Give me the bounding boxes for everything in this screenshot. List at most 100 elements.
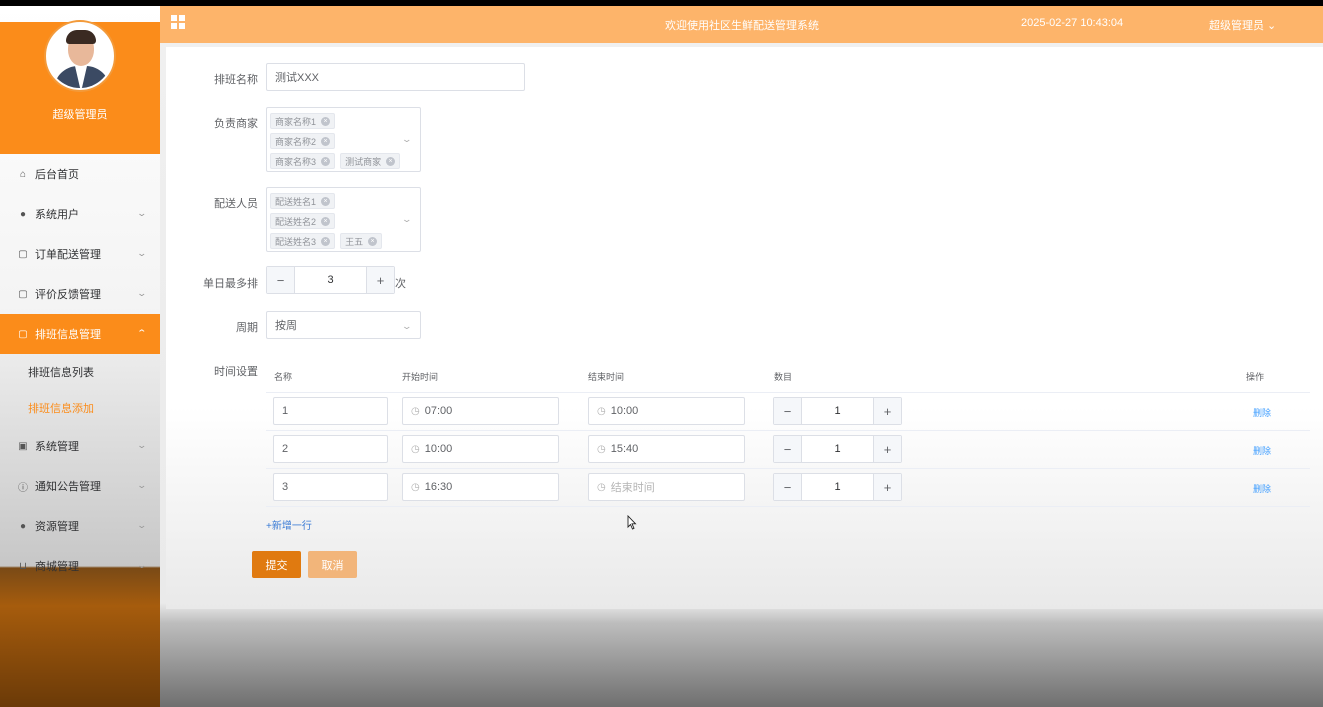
period-select[interactable]: 按周 ⌄ — [266, 311, 421, 339]
add-row-link[interactable]: +新增一行 — [266, 517, 312, 532]
avatar[interactable] — [46, 22, 114, 90]
chevron-down-icon: ⌄ — [401, 214, 413, 224]
delete-row-link[interactable]: 删除 — [1253, 444, 1271, 457]
delete-row-link[interactable]: 删除 — [1253, 482, 1271, 495]
sidebar-item-label: 商城管理 — [35, 561, 79, 573]
menu-grid-icon[interactable] — [171, 15, 185, 29]
user-menu-label: 超级管理员 — [1209, 20, 1264, 32]
cancel-button[interactable]: 取消 — [308, 551, 357, 578]
count-stepper[interactable]: − 1 + — [773, 435, 902, 463]
increment-button[interactable]: + — [873, 474, 901, 500]
row-name-input[interactable]: 2 — [273, 435, 388, 463]
end-time-picker[interactable]: ◷ 15:40 — [588, 435, 745, 463]
daily-max-stepper[interactable]: − 3 + — [266, 266, 395, 294]
courier-tag: 王五 × — [340, 233, 383, 249]
sidebar-item-feedback[interactable]: ▢ 评价反馈管理 ⌄ — [0, 274, 160, 314]
app-title: 欢迎使用社区生鲜配送管理系统 — [665, 20, 819, 32]
sidebar-item-schedule[interactable]: ▢ 排班信息管理 ⌃ — [0, 314, 160, 354]
decrement-button[interactable]: − — [774, 474, 802, 500]
courier-multiselect[interactable]: 配送姓名1 × 配送姓名2 × 配送姓名3 × 王五 × ⌄ — [266, 187, 421, 252]
increment-button[interactable]: + — [366, 267, 394, 293]
sidebar-item-resources[interactable]: ● 资源管理 ⌄ — [0, 506, 160, 546]
chevron-down-icon: ⌄ — [136, 480, 148, 490]
chevron-down-icon: ⌄ — [401, 134, 413, 144]
clock-icon: ◷ — [597, 405, 606, 417]
clock-icon: ◷ — [411, 405, 420, 417]
end-time-picker[interactable]: ◷ 结束时间 — [588, 473, 745, 501]
close-icon[interactable]: × — [386, 156, 396, 166]
mouse-cursor-icon — [627, 515, 637, 530]
sidebar-subitem-schedule-add[interactable]: 排班信息添加 — [0, 390, 160, 426]
sidebar-item-order-delivery[interactable]: ▢ 订单配送管理 ⌄ — [0, 234, 160, 274]
col-header-start: 开始时间 — [402, 372, 439, 382]
merchant-multiselect[interactable]: 商家名称1 × 商家名称2 × 商家名称3 × 测试商家 × ⌄ — [266, 107, 421, 172]
courier-tag: 配送姓名2 × — [270, 213, 336, 229]
col-header-name: 名称 — [274, 372, 293, 382]
merchant-tag: 商家名称1 × — [270, 113, 336, 129]
sidebar-item-label: 通知公告管理 — [35, 481, 101, 493]
close-icon[interactable]: × — [321, 196, 331, 206]
daily-max-label: 单日最多排 — [203, 278, 258, 290]
profile-panel: 超级管理员 — [0, 22, 160, 154]
close-icon[interactable]: × — [321, 236, 331, 246]
decrement-button[interactable]: − — [267, 267, 295, 293]
close-icon[interactable]: × — [368, 236, 378, 246]
row-name-input[interactable]: 1 — [273, 397, 388, 425]
close-icon[interactable]: × — [321, 156, 331, 166]
count-stepper[interactable]: − 1 + — [773, 473, 902, 501]
submit-button[interactable]: 提交 — [252, 551, 301, 578]
row-name-input[interactable]: 3 — [273, 473, 388, 501]
col-header-action: 操作 — [1246, 372, 1265, 382]
sidebar-item-system-admin[interactable]: ▣ 系统管理 ⌄ — [0, 426, 160, 466]
clock-display: 2025-02-27 10:43:04 — [1021, 17, 1124, 29]
count-stepper[interactable]: − 1 + — [773, 397, 902, 425]
col-header-count: 数目 — [774, 372, 793, 382]
user-menu[interactable]: 超级管理员 ⌄ — [1209, 17, 1276, 33]
col-header-end: 结束时间 — [588, 372, 625, 382]
courier-tag: 配送姓名3 × — [270, 233, 336, 249]
start-time-picker[interactable]: ◷ 07:00 — [402, 397, 559, 425]
sidebar-item-label: 后台首页 — [35, 169, 79, 181]
merchant-tag: 商家名称2 × — [270, 133, 336, 149]
sidebar-item-label: 评价反馈管理 — [35, 289, 101, 301]
count-value[interactable]: 1 — [802, 474, 873, 500]
end-time-picker[interactable]: ◷ 10:00 — [588, 397, 745, 425]
close-icon[interactable]: × — [321, 116, 331, 126]
decrement-button[interactable]: − — [774, 398, 802, 424]
clock-icon: ◷ — [597, 443, 606, 455]
sidebar-item-mall[interactable]: ⊔ 商城管理 ⌄ — [0, 546, 160, 586]
merchant-tag: 测试商家 × — [340, 153, 401, 169]
sidebar-item-notices[interactable]: ⓘ 通知公告管理 ⌄ — [0, 466, 160, 506]
daily-max-value[interactable]: 3 — [295, 267, 366, 293]
clock-icon: ◷ — [411, 443, 420, 455]
sidebar-item-home[interactable]: ⌂ 后台首页 — [0, 154, 160, 194]
row-divider — [266, 468, 1310, 469]
document-icon: ▢ — [18, 288, 28, 300]
count-value[interactable]: 1 — [802, 436, 873, 462]
cart-icon: ⊔ — [19, 560, 27, 572]
chevron-down-icon: ⌄ — [136, 520, 148, 530]
increment-button[interactable]: + — [873, 398, 901, 424]
delete-row-link[interactable]: 删除 — [1253, 406, 1271, 419]
daily-max-unit: 次 — [395, 278, 406, 290]
start-time-picker[interactable]: ◷ 16:30 — [402, 473, 559, 501]
sidebar-item-system-users[interactable]: ● 系统用户 ⌄ — [0, 194, 160, 234]
period-value: 按周 — [275, 320, 297, 332]
row-divider — [266, 506, 1310, 507]
increment-button[interactable]: + — [873, 436, 901, 462]
document-icon: ▢ — [18, 248, 28, 260]
close-icon[interactable]: × — [321, 136, 331, 146]
chevron-down-icon: ⌄ — [1264, 20, 1277, 32]
count-value[interactable]: 1 — [802, 398, 873, 424]
document-icon: ▢ — [18, 328, 28, 340]
sidebar-subitem-schedule-list[interactable]: 排班信息列表 — [0, 354, 160, 390]
start-time-picker[interactable]: ◷ 10:00 — [402, 435, 559, 463]
decrement-button[interactable]: − — [774, 436, 802, 462]
home-icon: ⌂ — [19, 168, 27, 180]
top-bar: 欢迎使用社区生鲜配送管理系统 2025-02-27 10:43:04 超级管理员… — [160, 6, 1323, 43]
close-icon[interactable]: × — [321, 216, 331, 226]
row-divider — [266, 392, 1310, 393]
schedule-name-input[interactable]: 测试XXX — [266, 63, 525, 91]
chevron-down-icon: ⌄ — [136, 440, 148, 450]
period-label: 周期 — [236, 322, 258, 334]
